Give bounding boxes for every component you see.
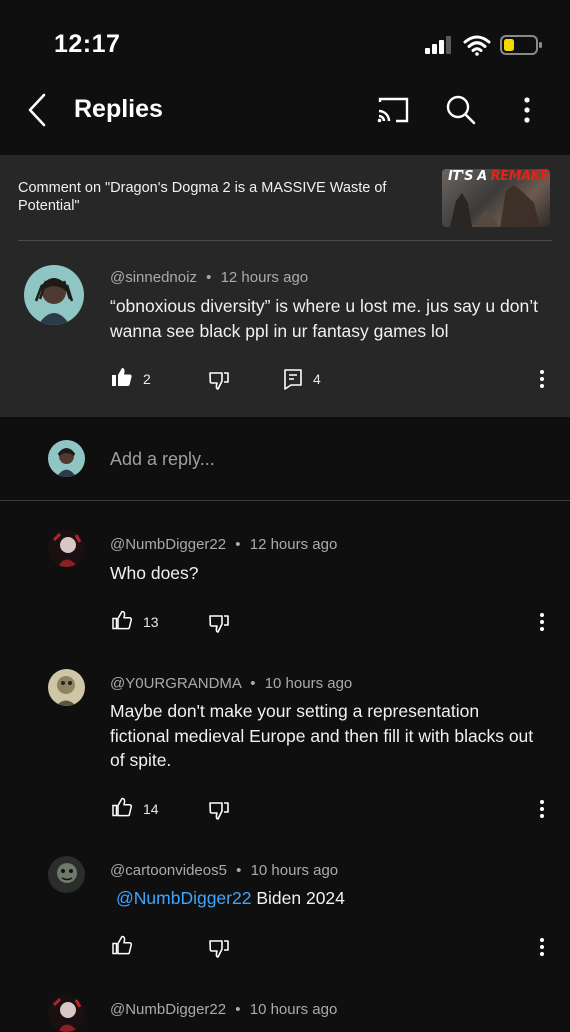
- like-count: 13: [143, 614, 159, 630]
- reply-text: Maybe don't make your setting a represen…: [110, 701, 534, 770]
- reply-more-button[interactable]: [538, 799, 546, 819]
- mention-link[interactable]: @NumbDigger22: [116, 888, 251, 908]
- status-time: 12:17: [54, 30, 121, 58]
- signal-icon: [425, 36, 455, 54]
- more-options-button[interactable]: [522, 96, 532, 124]
- like-button[interactable]: [112, 935, 132, 955]
- reply-more-button[interactable]: [538, 937, 546, 957]
- reply-time: 10 hours ago: [249, 1001, 338, 1018]
- comment-meta: @sinnednoiz • 12 hours ago: [110, 269, 309, 286]
- reply-meta: @NumbDigger22 • 10 hours ago: [110, 1001, 338, 1018]
- reply-meta: @Y0URGRANDMA • 10 hours ago: [110, 675, 353, 692]
- add-reply-input[interactable]: Add a reply...: [110, 449, 215, 470]
- reply-handle[interactable]: @cartoonvideos5: [110, 862, 227, 879]
- reply-time: 12 hours ago: [249, 536, 338, 553]
- dislike-button[interactable]: [209, 801, 229, 821]
- avatar[interactable]: [48, 669, 85, 706]
- video-context-text[interactable]: Comment on "Dragon's Dogma 2 is a MASSIV…: [18, 179, 428, 215]
- add-reply-row: [0, 417, 570, 501]
- comment-handle[interactable]: @sinnednoiz: [110, 269, 197, 286]
- avatar[interactable]: [24, 265, 84, 325]
- back-button[interactable]: [26, 93, 48, 127]
- like-button[interactable]: [112, 797, 132, 817]
- reply-time: 10 hours ago: [250, 862, 339, 879]
- reply-meta: @NumbDigger22 • 12 hours ago: [110, 536, 338, 553]
- like-count: 2: [143, 371, 151, 387]
- reply-count: 4: [313, 371, 321, 387]
- dislike-button[interactable]: [209, 939, 229, 959]
- reply-meta: @cartoonvideos5 • 10 hours ago: [110, 862, 339, 879]
- cast-button[interactable]: [376, 96, 410, 124]
- video-thumbnail[interactable]: IT'S A REMAKE: [442, 169, 550, 227]
- thumbnail-title: IT'S A REMAKE: [448, 169, 549, 184]
- reply-text: @NumbDigger22 Biden 2024: [116, 888, 345, 908]
- reply-more-button[interactable]: [538, 612, 546, 632]
- reply-handle[interactable]: @Y0URGRANDMA: [110, 675, 241, 692]
- comment-time: 12 hours ago: [220, 269, 309, 286]
- like-button[interactable]: [112, 610, 132, 630]
- reply-button[interactable]: [283, 368, 303, 390]
- comment-more-button[interactable]: [538, 369, 546, 389]
- divider: [18, 240, 552, 241]
- like-button[interactable]: [112, 367, 132, 387]
- avatar[interactable]: [48, 530, 85, 567]
- reply-text: Who does?: [110, 563, 199, 583]
- dislike-button[interactable]: [209, 614, 229, 634]
- wifi-icon: [463, 34, 491, 56]
- reply-handle[interactable]: @NumbDigger22: [110, 1001, 226, 1018]
- dislike-button[interactable]: [209, 371, 229, 391]
- avatar[interactable]: [48, 856, 85, 893]
- page-title: Replies: [74, 95, 163, 123]
- reply-handle[interactable]: @NumbDigger22: [110, 536, 226, 553]
- reply-time: 10 hours ago: [264, 675, 353, 692]
- user-avatar: [48, 440, 85, 477]
- search-button[interactable]: [445, 94, 477, 126]
- battery-icon: [500, 34, 542, 56]
- avatar[interactable]: [48, 995, 85, 1032]
- comment-text: “obnoxious diversity” is where u lost me…: [110, 296, 538, 341]
- like-count: 14: [143, 801, 159, 817]
- divider: [0, 500, 570, 501]
